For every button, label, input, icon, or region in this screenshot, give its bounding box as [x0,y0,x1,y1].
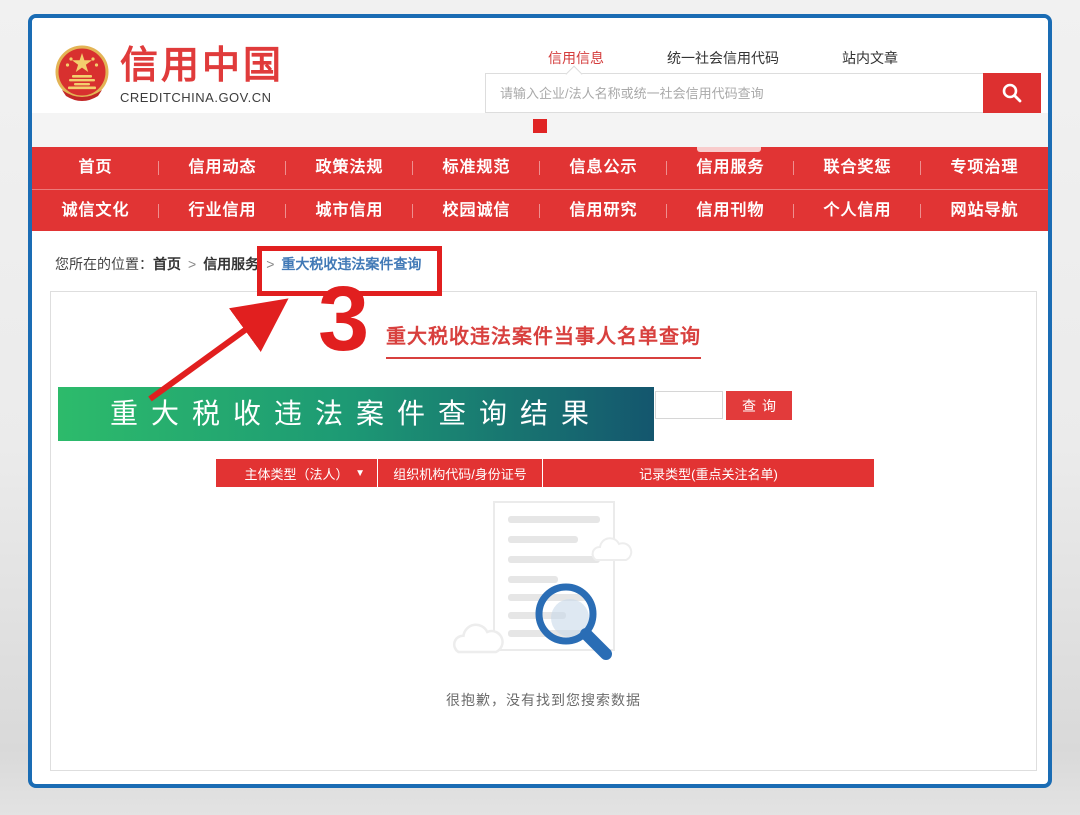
column-subject-type[interactable]: 主体类型（法人） ▼ [216,459,378,487]
dropdown-arrow-icon[interactable]: ▼ [355,468,365,479]
nav-item-personal-credit[interactable]: 个人信用 [794,190,921,232]
tab-unified-social-credit-code[interactable]: 统一社会信用代码 [667,48,779,68]
main-navigation: 首页 信用动态 政策法规 标准规范 信息公示 信用服务 联合奖惩 专项治理 诚信… [32,147,1048,231]
nav-item-site-map[interactable]: 网站导航 [921,190,1048,232]
nav-item-special-governance[interactable]: 专项治理 [921,147,1048,189]
brand-domain: CREDITCHINA.GOV.CN [120,90,284,105]
search-tabs: 信用信息 统一社会信用代码 站内文章 [548,48,898,68]
column-org-code-id: 组织机构代码/身份证号 [378,459,543,487]
site-logo[interactable]: 信用中国 CREDITCHINA.GOV.CN [54,44,284,105]
result-table-header: 主体类型（法人） ▼ 组织机构代码/身份证号 记录类型(重点关注名单) [216,459,874,487]
nav-item-city-credit[interactable]: 城市信用 [286,190,413,232]
query-button[interactable]: 查询 [726,391,792,420]
tab-credit-info[interactable]: 信用信息 [548,48,604,68]
site-header: 信用中国 CREDITCHINA.GOV.CN 信用信息 统一社会信用代码 站内… [32,18,1048,147]
column-org-code-id-label: 组织机构代码/身份证号 [393,464,527,483]
query-input[interactable] [655,391,723,419]
nav-row-2: 诚信文化 行业信用 城市信用 校园诚信 信用研究 信用刊物 个人信用 网站导航 [32,189,1048,231]
search-icon [1001,82,1023,104]
nav-item-credit-news[interactable]: 信用动态 [159,147,286,189]
red-square-marker [533,119,547,133]
annotation-step-number: 3 [318,276,369,363]
tab-site-articles[interactable]: 站内文章 [842,48,898,68]
breadcrumb-separator: > [188,256,196,272]
nav-item-home[interactable]: 首页 [32,147,159,189]
site-window: 信用中国 CREDITCHINA.GOV.CN 信用信息 统一社会信用代码 站内… [28,14,1052,788]
search-button[interactable] [983,73,1041,113]
nav-item-joint-rewards[interactable]: 联合奖惩 [794,147,921,189]
nav-item-policies[interactable]: 政策法规 [286,147,413,189]
brand-title: 信用中国 [120,44,284,88]
empty-result-message: 很抱歉，没有找到您搜索数据 [51,690,1036,710]
national-emblem-icon [54,44,110,102]
column-subject-type-label: 主体类型（法人） [244,464,348,483]
column-record-type-label: 记录类型(重点关注名单) [639,464,778,483]
breadcrumb-prefix: 您所在的位置： [55,256,153,272]
breadcrumb-credit-services[interactable]: 信用服务 [203,256,259,272]
brand-text: 信用中国 CREDITCHINA.GOV.CN [120,44,284,105]
column-record-type: 记录类型(重点关注名单) [543,459,874,487]
nav-item-credit-services[interactable]: 信用服务 [667,147,794,189]
search-box [485,73,983,113]
annotation-arrow-icon [132,283,302,413]
nav-item-industry-credit[interactable]: 行业信用 [159,190,286,232]
nav-item-campus-integrity[interactable]: 校园诚信 [413,190,540,232]
page-title[interactable]: 重大税收违法案件当事人名单查询 [386,320,701,359]
empty-result-illustration [424,492,664,667]
nav-item-credit-publications[interactable]: 信用刊物 [667,190,794,232]
nav-item-public-info[interactable]: 信息公示 [540,147,667,189]
nav-item-standards[interactable]: 标准规范 [413,147,540,189]
nav-item-integrity-culture[interactable]: 诚信文化 [32,190,159,232]
nav-row-1: 首页 信用动态 政策法规 标准规范 信息公示 信用服务 联合奖惩 专项治理 [32,147,1048,189]
breadcrumb-home[interactable]: 首页 [153,256,181,272]
nav-item-credit-research[interactable]: 信用研究 [540,190,667,232]
search-input[interactable] [486,74,983,112]
